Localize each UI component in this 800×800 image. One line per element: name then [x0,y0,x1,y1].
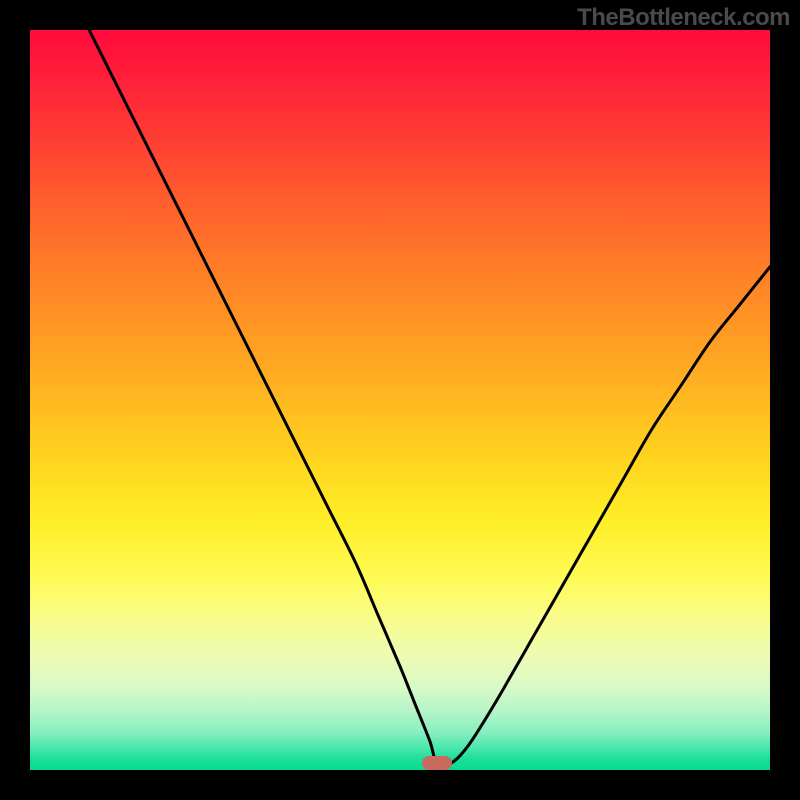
optimal-point-marker [422,756,452,770]
bottleneck-curve [89,30,770,765]
plot-area [30,30,770,770]
watermark-text: TheBottleneck.com [577,4,790,32]
curve-layer [30,30,770,770]
chart-frame: TheBottleneck.com [0,0,800,800]
